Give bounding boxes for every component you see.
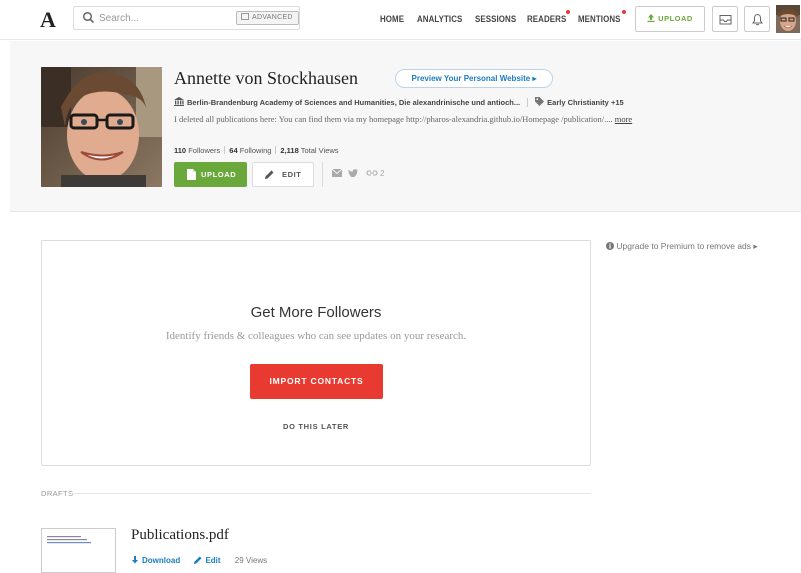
profile-bio: I deleted all publications here: You can…: [174, 114, 633, 124]
nav-sessions[interactable]: SESSIONS: [475, 14, 516, 24]
draft-actions: Download Edit 29 Views: [131, 556, 267, 565]
bio-more-link[interactable]: more: [615, 114, 632, 124]
tag-icon: [535, 97, 545, 106]
download-icon: [132, 556, 138, 564]
search-icon: [82, 11, 95, 24]
notifications-button[interactable]: [744, 6, 770, 32]
document-thumbnail[interactable]: [41, 528, 116, 573]
readers-notification-dot: [566, 10, 570, 14]
drafts-section-label: DRAFTS: [41, 489, 74, 498]
nav-analytics[interactable]: ANALYTICS: [417, 14, 462, 24]
info-icon: [606, 242, 614, 250]
academia-logo[interactable]: A: [40, 7, 56, 33]
pencil-icon: [265, 170, 274, 179]
document-preview-image: [47, 536, 91, 544]
nav-readers[interactable]: READERS: [527, 14, 566, 24]
inbox-button[interactable]: [712, 6, 738, 32]
nav-home[interactable]: HOME: [380, 14, 404, 24]
upload-button-top[interactable]: UPLOAD: [635, 6, 705, 32]
institution-icon: [174, 97, 184, 106]
search-box[interactable]: ADVANCED: [73, 6, 300, 30]
affiliation-link[interactable]: Berlin-Brandenburg Academy of Sciences a…: [187, 98, 520, 107]
profile-header: Annette von Stockhausen Preview Your Per…: [10, 41, 801, 212]
draft-views: 29 Views: [234, 556, 268, 565]
following-stat[interactable]: 64 Following: [229, 146, 271, 155]
draft-title[interactable]: Publications.pdf: [131, 527, 229, 544]
profile-photo[interactable]: [41, 67, 162, 187]
bell-icon: [752, 13, 763, 26]
preview-website-button[interactable]: Preview Your Personal Website ▸: [395, 69, 553, 88]
profile-photo-image: [41, 67, 162, 187]
affiliation-line: Berlin-Brandenburg Academy of Sciences a…: [174, 97, 624, 107]
download-link[interactable]: Download: [131, 556, 180, 565]
advanced-icon: [241, 13, 249, 20]
link-icon[interactable]: [366, 169, 378, 177]
edit-profile-button[interactable]: EDIT: [252, 162, 314, 187]
total-views-stat[interactable]: 2,118 Total Views: [280, 146, 338, 155]
email-icon[interactable]: [332, 169, 342, 177]
link-count: 2: [380, 169, 385, 178]
nav-mentions[interactable]: MENTIONS: [578, 14, 621, 24]
divider: [71, 493, 591, 494]
profile-stats: 110 Followers 64 Following 2,118 Total Vie…: [174, 146, 339, 155]
inbox-icon: [719, 15, 732, 25]
card-title: Get More Followers: [250, 304, 382, 321]
upload-icon: [647, 14, 655, 22]
profile-name: Annette von Stockhausen: [174, 68, 358, 88]
avatar: [776, 5, 800, 33]
user-avatar-menu[interactable]: [776, 5, 800, 33]
upgrade-premium-link[interactable]: Upgrade to Premium to remove ads ▸: [606, 241, 758, 252]
get-followers-card: Get More Followers Identify friends & co…: [41, 240, 591, 466]
followers-stat[interactable]: 110 Followers: [174, 146, 220, 155]
twitter-icon[interactable]: [348, 169, 358, 177]
mentions-notification-dot: [622, 10, 626, 14]
top-navbar: A ADVANCED HOME ANALYTICS SESSIONS READE…: [0, 0, 801, 40]
import-contacts-button[interactable]: IMPORT CONTACTS: [250, 364, 383, 399]
upload-paper-button[interactable]: UPLOAD: [174, 162, 247, 187]
pencil-icon: [194, 556, 203, 564]
document-icon: [187, 169, 196, 180]
research-interest[interactable]: Early Christianity: [547, 98, 609, 107]
search-input[interactable]: [99, 10, 229, 26]
more-interests[interactable]: +15: [611, 98, 624, 107]
card-subtitle: Identify friends & colleagues who can se…: [165, 330, 467, 342]
edit-draft-link[interactable]: Edit: [194, 556, 221, 565]
advanced-search-button[interactable]: ADVANCED: [236, 11, 299, 25]
do-this-later-button[interactable]: DO THIS LATER: [42, 422, 590, 431]
